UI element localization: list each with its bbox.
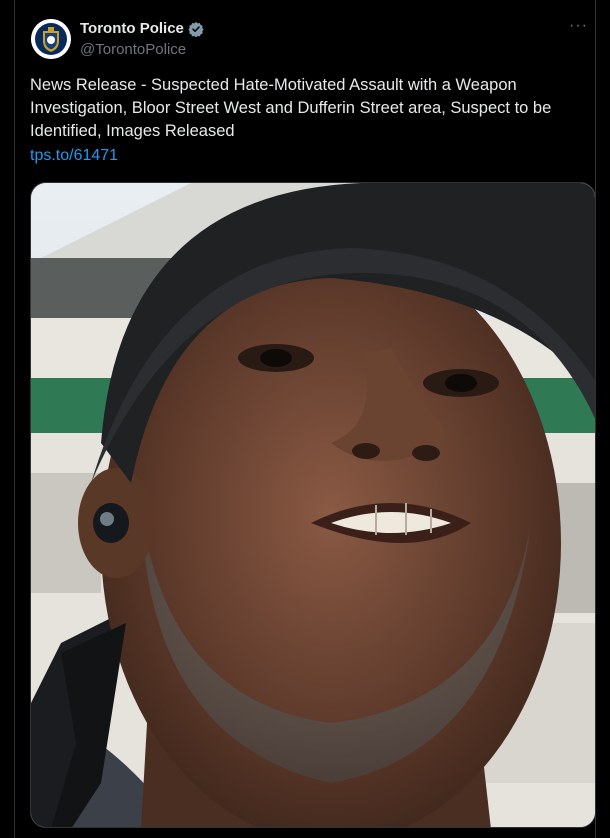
suspect-photo — [31, 183, 595, 827]
tweet-media-image[interactable] — [30, 182, 596, 828]
police-crest-icon — [31, 19, 71, 59]
tweet-text: News Release - Suspected Hate-Motivated … — [30, 76, 552, 140]
avatar[interactable] — [31, 19, 71, 59]
author-row: Toronto Police — [80, 20, 204, 37]
tweet-link[interactable]: tps.to/61471 — [30, 147, 118, 165]
more-options-icon[interactable]: ··· — [569, 18, 588, 34]
author-name[interactable]: Toronto Police — [80, 20, 184, 37]
author-handle[interactable]: @TorontoPolice — [80, 41, 186, 58]
verified-badge-icon[interactable] — [188, 21, 204, 37]
